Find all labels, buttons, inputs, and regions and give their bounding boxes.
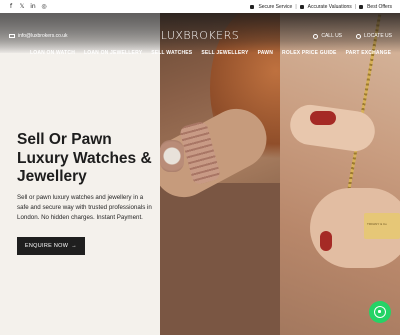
- separator: |: [295, 3, 297, 10]
- enquire-now-label: ENQUIRE NOW: [24, 243, 69, 249]
- trust-accurate-valuations: Accurate Valuations: [307, 3, 352, 10]
- separator: |: [354, 3, 357, 10]
- social-links: f 𝕏 in ◎: [8, 3, 47, 10]
- arrow-right-icon: →: [71, 243, 78, 249]
- nav-rolex-price-guide[interactable]: ROLEX PRICE GUIDE: [282, 50, 337, 56]
- nav-sell-watches[interactable]: SELL WATCHES: [151, 50, 192, 56]
- trust-best-offers: Best Offers: [367, 3, 392, 10]
- nav-pawn[interactable]: PAWN: [258, 50, 273, 56]
- site-logo[interactable]: LUXBROKERS: [160, 29, 240, 42]
- instagram-icon[interactable]: ◎: [41, 3, 47, 10]
- padlock-pendant: TIFFANY & Co: [364, 213, 400, 239]
- whatsapp-icon: [374, 306, 386, 318]
- main-nav: LOAN ON WATCH LOAN ON JEWELLERY SELL WAT…: [30, 50, 391, 56]
- hero-jewellery-image: TIFFANY & Co: [280, 13, 400, 335]
- call-us-link[interactable]: CALL US: [313, 33, 342, 39]
- hero-section: TIFFANY & Co info@luxbrokers.co.uk LUXBR…: [0, 13, 400, 335]
- email-link[interactable]: info@luxbrokers.co.uk: [9, 33, 68, 39]
- top-bar: f 𝕏 in ◎ Secure Service | Accurate Valua…: [0, 0, 400, 13]
- trust-secure-service: Secure Service: [258, 3, 293, 10]
- nav-loan-on-watch[interactable]: LOAN ON WATCH: [30, 50, 75, 56]
- locate-us-link[interactable]: LOCATE US: [356, 33, 392, 39]
- locate-us-label: LOCATE US: [364, 33, 392, 39]
- nav-sell-jewellery[interactable]: SELL JEWELLERY: [201, 50, 248, 56]
- hero-description: Sell or pawn luxury watches and jeweller…: [17, 193, 152, 221]
- header-contacts: CALL US LOCATE US: [313, 33, 392, 39]
- hero-text-block: Sell Or Pawn Luxury Watches & Jewellery …: [17, 131, 152, 223]
- check-icon: [299, 4, 304, 9]
- nail-shape: [320, 231, 332, 251]
- hero-watch-image: [160, 13, 280, 335]
- facebook-icon[interactable]: f: [8, 3, 14, 10]
- enquire-now-button[interactable]: ENQUIRE NOW →: [17, 237, 85, 255]
- email-text: info@luxbrokers.co.uk: [18, 33, 68, 39]
- watch-face: [160, 140, 184, 172]
- location-pin-icon: [356, 33, 362, 39]
- tag-icon: [359, 4, 364, 9]
- nail-shape: [310, 111, 336, 125]
- hero-title: Sell Or Pawn Luxury Watches & Jewellery: [17, 131, 152, 185]
- phone-icon: [313, 33, 319, 39]
- call-us-label: CALL US: [321, 33, 343, 39]
- nav-loan-on-jewellery[interactable]: LOAN ON JEWELLERY: [84, 50, 142, 56]
- whatsapp-button[interactable]: [369, 301, 391, 323]
- mail-icon: [9, 34, 15, 38]
- linkedin-icon[interactable]: in: [30, 3, 36, 10]
- sleeve-shape: [160, 183, 280, 335]
- lock-icon: [250, 4, 255, 9]
- x-twitter-icon[interactable]: 𝕏: [19, 3, 25, 10]
- trust-badges: Secure Service | Accurate Valuations | B…: [250, 4, 392, 10]
- nav-part-exchange[interactable]: PART EXCHANGE: [346, 50, 392, 56]
